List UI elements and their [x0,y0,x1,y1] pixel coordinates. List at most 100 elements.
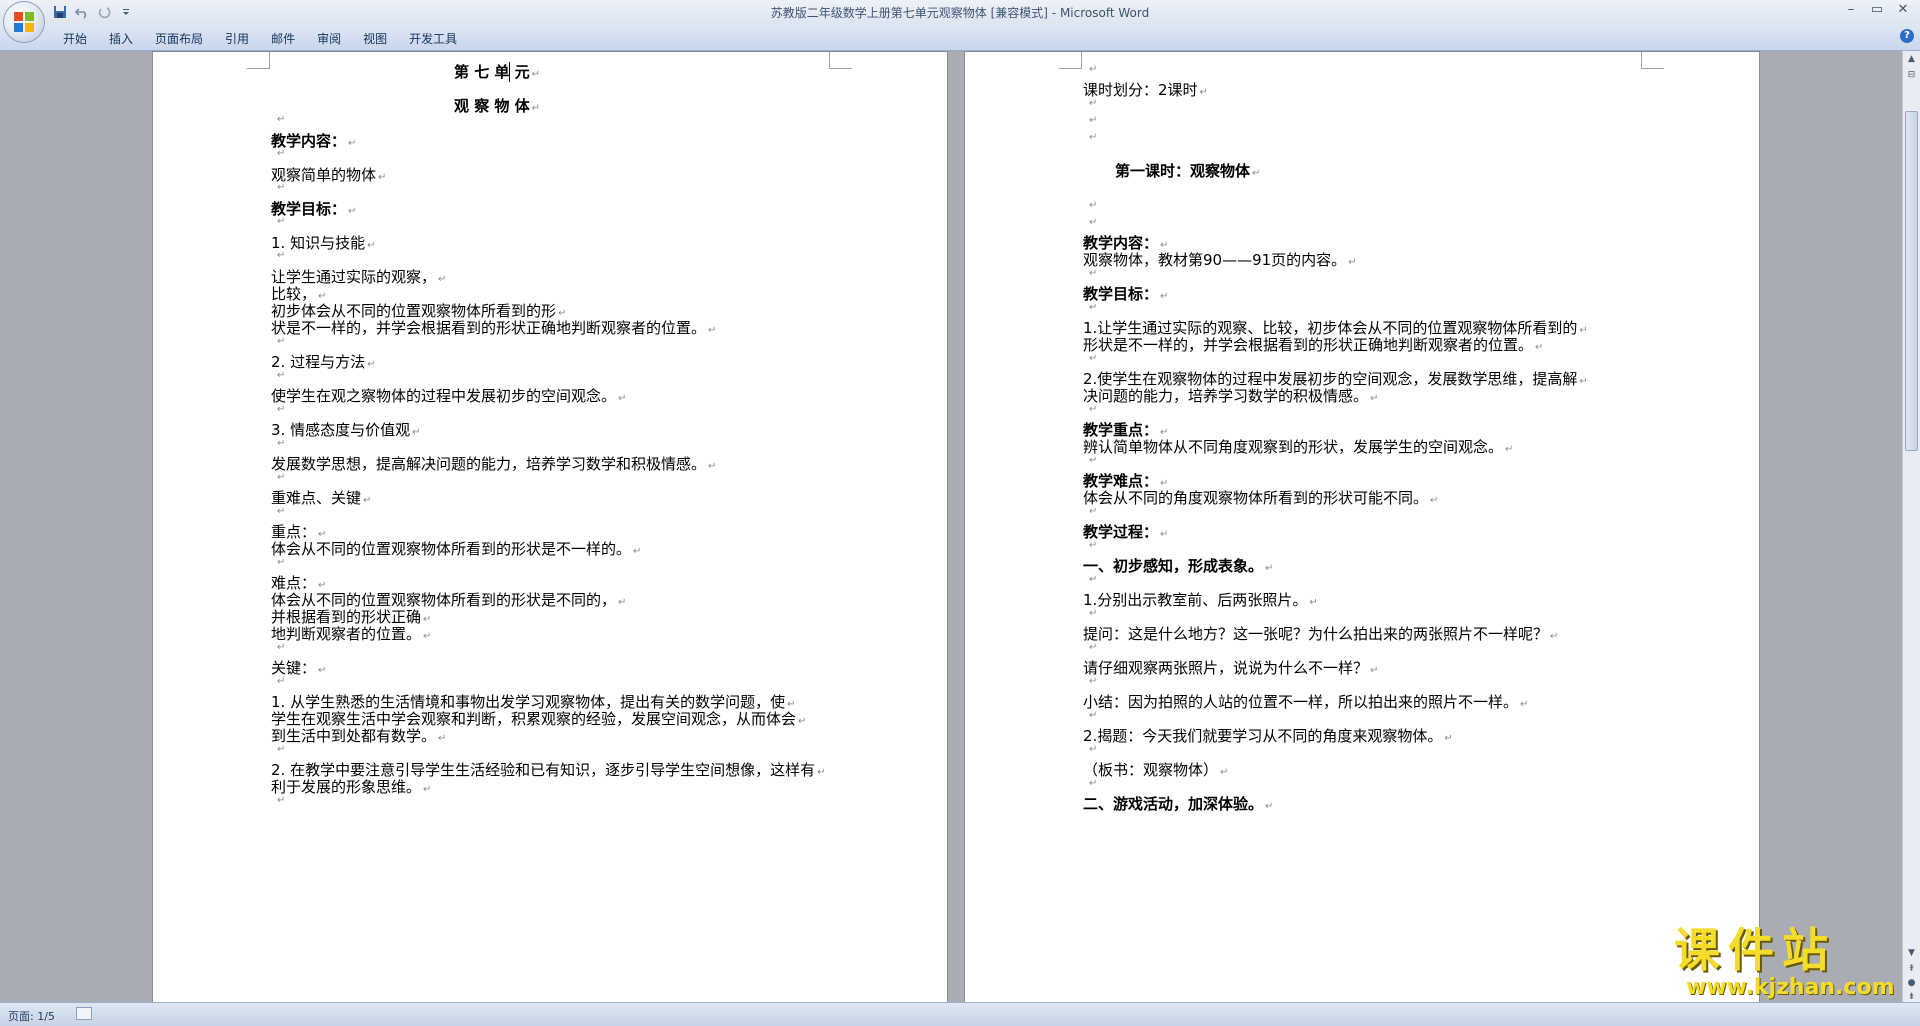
paragraph-line[interactable]: 辨认简单物体从不同角度观察到的形状，发展学生的空间观念。 ↵ [1083,438,1513,459]
paragraph-line[interactable]: 2. 过程与方法 ↵ [271,353,375,374]
paragraph-text: 1. 从学生熟悉的生活情境和事物出发学习观察物体，提出有关的数学问题，使 [271,693,786,711]
paragraph-line[interactable]: 小结：因为拍照的人站的位置不一样，所以拍出来的照片不一样。 ↵ [1083,693,1528,714]
empty-paragraph-mark-icon: ↵ [277,795,286,806]
paragraph-line[interactable]: 1.分别出示教室前、后两张照片。 ↵ [1083,591,1318,612]
select-browse-object-icon[interactable]: ● [1905,977,1918,990]
ribbon-tab[interactable]: 页面布局 [144,29,214,50]
minimize-button[interactable]: – [1838,0,1864,18]
paragraph-line[interactable]: 第一课时：观察物体 ↵ [1115,162,1260,183]
paragraph-line[interactable]: 发展数学思想，提高解决问题的能力，培养学习数学和积极情感。 ↵ [271,455,716,476]
paragraph-text: 到生活中到处都有数学。 [271,727,437,745]
ribbon-tab[interactable]: 插入 [98,29,144,50]
empty-paragraph-mark-icon: ↵ [277,438,286,449]
paragraph-line[interactable]: 状是不一样的，并学会根据看到的形状正确地判断观察者的位置。 ↵ [271,319,716,340]
paragraph-line[interactable]: 形状是不一样的，并学会根据看到的形状正确地判断观察者的位置。 ↵ [1083,336,1543,357]
paragraph-mark-icon: ↵ [438,733,447,744]
paragraph-line[interactable]: 观察物体，教材第90——91页的内容。 ↵ [1083,251,1357,272]
paragraph-mark-icon: ↵ [367,240,376,251]
text-cursor [509,62,510,82]
paragraph-mark-icon: ↵ [1265,801,1274,812]
scroll-up-icon[interactable]: ▲ [1905,53,1918,66]
page-indicator[interactable]: 页面: 1/5 [8,1008,55,1024]
paragraph-mark-icon: ↵ [558,308,567,319]
close-button[interactable]: ✕ [1890,0,1916,18]
paragraph-line[interactable]: 利于发展的形象思维。 ↵ [271,778,431,799]
paragraph-line[interactable]: 二、游戏活动，加深体验。 ↵ [1083,795,1273,816]
paragraph-text: 1.分别出示教室前、后两张照片。 [1083,591,1308,609]
empty-paragraph-mark-icon: ↵ [277,472,286,483]
ribbon-tabs: 开始 插入 页面布局 引用 邮件 审阅 视图 开发工具 [52,29,468,50]
paragraph-mark-icon: ↵ [438,274,447,285]
empty-paragraph-mark-icon: ↵ [1089,132,1098,143]
paragraph-mark-icon: ↵ [787,699,796,710]
empty-paragraph-mark-icon: ↵ [1089,744,1098,755]
paragraph-mark-icon: ↵ [1550,631,1559,642]
ribbon-tab[interactable]: 视图 [352,29,398,50]
scrollbar-thumb[interactable] [1905,111,1918,451]
paragraph-text: 2.揭题：今天我们就要学习从不同的角度来观察物体。 [1083,727,1443,745]
paragraph-text: 发展数学思想，提高解决问题的能力，培养学习数学和积极情感。 [271,455,707,473]
paragraph-line[interactable]: 观 察 物 体 ↵ [271,97,723,118]
paragraph-mark-icon: ↵ [1520,699,1529,710]
paragraph-mark-icon: ↵ [633,546,642,557]
paragraph-line[interactable]: （板书：观察物体） ↵ [1083,761,1228,782]
paragraph-text: 第 七 单 元 [453,63,530,81]
paragraph-mark-icon: ↵ [1220,767,1229,778]
paragraph-text: 教学过程： [1083,523,1159,541]
paragraph-line[interactable]: 2.揭题：今天我们就要学习从不同的角度来观察物体。 ↵ [1083,727,1453,748]
empty-paragraph-mark-icon: ↵ [277,370,286,381]
ribbon-tab[interactable]: 引用 [214,29,260,50]
paragraph-line[interactable]: 地判断观察者的位置。 ↵ [271,625,431,646]
paragraph-text: 使学生在观之察物体的过程中发展初步的空间观念。 [271,387,617,405]
scroll-down-icon[interactable]: ▼ [1905,947,1918,960]
empty-paragraph-mark-icon: ↵ [277,744,286,755]
help-icon[interactable]: ? [1900,29,1914,43]
paragraph-line[interactable]: 请仔细观察两张照片，说说为什么不一样？ ↵ [1083,659,1378,680]
empty-paragraph-mark-icon: ↵ [277,557,286,568]
ribbon-tab[interactable]: 开发工具 [398,29,468,50]
paragraph-line[interactable]: 3. 情感态度与价值观 ↵ [271,421,420,442]
paragraph-line[interactable]: 提问：这是什么地方？这一张呢？为什么拍出来的两张照片不一样呢？ ↵ [1083,625,1558,646]
paragraph-mark-icon: ↵ [348,206,357,217]
paragraph-text: 地判断观察者的位置。 [271,625,422,643]
paragraph-line[interactable]: 体会从不同的角度观察物体所看到的形状可能不同。 ↵ [1083,489,1438,510]
spelling-check-icon[interactable] [76,1007,92,1020]
paragraph-mark-icon: ↵ [348,138,357,149]
paragraph-line[interactable]: 重难点、关键 ↵ [271,489,371,510]
paragraph-mark-icon: ↵ [618,597,627,608]
empty-paragraph-mark-icon: ↵ [277,250,286,261]
restore-button[interactable]: ▭ [1864,0,1890,18]
vertical-scrollbar[interactable]: ▲ ⊟ ▼ ⇞ ● ⇟ [1902,51,1920,1002]
ruler-toggle-icon[interactable]: ⊟ [1905,69,1918,82]
paragraph-text: 重点： [271,523,317,541]
paragraph-text: 教学重点： [1083,421,1159,439]
paragraph-mark-icon: ↵ [1160,240,1169,251]
document-page-2[interactable]: 课时划分：2课时 ↵ 第一课时：观察物体 ↵ 教学内容： ↵ 观察物体，教材第90——91页… [964,51,1760,1002]
ribbon-tab[interactable]: 邮件 [260,29,306,50]
paragraph-line[interactable]: 体会从不同的位置观察物体所看到的形状是不一样的。 ↵ [271,540,641,561]
office-button[interactable] [3,1,45,43]
paragraph-line[interactable]: 1. 知识与技能 ↵ [271,234,375,255]
paragraph-line[interactable]: 到生活中到处都有数学。 ↵ [271,727,446,748]
previous-page-icon[interactable]: ⇞ [1905,963,1918,976]
ribbon-tab[interactable]: 审阅 [306,29,352,50]
paragraph-line[interactable]: 一、初步感知，形成表象。 ↵ [1083,557,1273,578]
paragraph-mark-icon: ↵ [423,614,432,625]
empty-paragraph-mark-icon: ↵ [1089,642,1098,653]
paragraph-line[interactable]: 使学生在观之察物体的过程中发展初步的空间观念。 ↵ [271,387,626,408]
paragraph-line[interactable]: 第 七 单 元 ↵ [271,63,723,84]
title-bar: 苏教版二年级数学上册第七单元观察物体 [兼容模式] - Microsoft Wo… [0,0,1920,24]
paragraph-text: 初步体会从不同的位置观察物体所看到的形 [271,302,557,320]
document-page-1[interactable]: 第 七 单 元 ↵ 观 察 物 体 ↵ 教学内容： ↵ 观察简单的物体 ↵ 教学目标： ↵ 1. 知… [152,51,948,1002]
window-controls: – ▭ ✕ [1838,0,1916,18]
paragraph-line[interactable]: 课时划分：2课时 ↵ [1083,81,1208,102]
paragraph-line[interactable]: 决问题的能力，培养学习数学的积极情感。 ↵ [1083,387,1378,408]
paragraph-text: 观察简单的物体 [271,166,377,184]
empty-paragraph-mark-icon: ↵ [1089,608,1098,619]
paragraph-text: 提问：这是什么地方？这一张呢？为什么拍出来的两张照片不一样呢？ [1083,625,1549,643]
paragraph-text: （板书：观察物体） [1083,761,1219,779]
ribbon-tab[interactable]: 开始 [52,29,98,50]
paragraph-line[interactable]: 观察简单的物体 ↵ [271,166,386,187]
window-title: 苏教版二年级数学上册第七单元观察物体 [兼容模式] - Microsoft Wo… [770,6,1150,20]
paragraph-mark-icon: ↵ [423,784,432,795]
